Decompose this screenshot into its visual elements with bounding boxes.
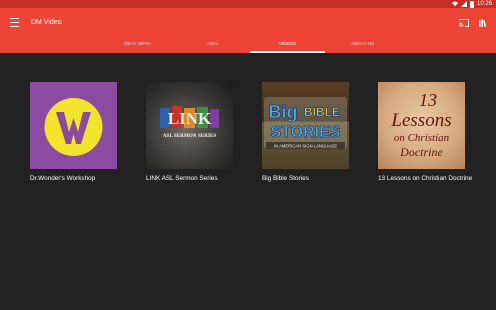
bible-logo-text: BIBLE bbox=[304, 105, 340, 119]
link-logo-subtext: ASL SERMON SERIES bbox=[163, 133, 217, 139]
video-thumbnail[interactable]: W bbox=[30, 82, 117, 169]
video-card-link-asl-sermon-series[interactable]: LINK ASL SERMON SERIES LINK ASL Sermon S… bbox=[146, 82, 233, 183]
video-title[interactable]: Big Bible Stories bbox=[262, 174, 362, 183]
stories-logo-text: STORIES bbox=[271, 124, 341, 141]
big-logo-text: Big bbox=[269, 102, 298, 122]
doctrine-logo-text: Doctrine bbox=[399, 145, 443, 159]
link-logo-icon: LINK ASL SERMON SERIES bbox=[160, 106, 219, 139]
status-bar: 10:26 bbox=[0, 0, 496, 8]
lessons-logo-text: Lessons bbox=[390, 110, 451, 131]
tab-bar: DEAF DEVO ASLV VIDEOS ABOUT US bbox=[100, 36, 400, 53]
video-thumbnail[interactable]: Big BIBLE STORIES IN AMERICAN SIGN LANGU… bbox=[262, 82, 349, 169]
tab-aslv[interactable]: ASLV bbox=[175, 36, 250, 53]
tab-videos[interactable]: VIDEOS bbox=[250, 36, 325, 53]
menu-icon[interactable] bbox=[10, 18, 19, 27]
video-title[interactable]: LINK ASL Sermon Series bbox=[146, 174, 246, 183]
dr-wonder-logo-text: W bbox=[73, 129, 74, 131]
big-bible-stories-subtext: IN AMERICAN SIGN LANGUAGE bbox=[274, 144, 337, 149]
app-bar: DM Video DEAF DEVO ASLV VIDEOS ABOUT US bbox=[0, 8, 496, 53]
battery-icon bbox=[469, 0, 474, 8]
status-time: 10:26 bbox=[476, 1, 492, 7]
wifi-icon bbox=[451, 1, 458, 7]
dr-wonder-logo-icon: W bbox=[44, 98, 103, 156]
status-icons: 10:26 bbox=[451, 0, 492, 8]
app-title: DM Video bbox=[31, 19, 62, 26]
video-card-13-lessons[interactable]: 13 Lessons on Christian Doctrine 13 Less… bbox=[378, 82, 472, 183]
video-card-dr-wonders-workshop[interactable]: W Dr.Wonder's Workshop bbox=[30, 82, 117, 183]
signal-icon bbox=[460, 1, 467, 7]
video-thumbnail[interactable]: 13 Lessons on Christian Doctrine bbox=[378, 82, 465, 169]
link-logo-text: LINK bbox=[168, 109, 212, 128]
video-card-big-bible-stories[interactable]: Big BIBLE STORIES IN AMERICAN SIGN LANGU… bbox=[262, 82, 349, 183]
13-logo-text: 13 bbox=[419, 90, 437, 110]
big-bible-stories-logo-icon: Big BIBLE STORIES IN AMERICAN SIGN LANGU… bbox=[264, 97, 347, 149]
on-christian-logo-text: on Christian bbox=[394, 132, 450, 144]
cast-icon[interactable] bbox=[459, 19, 469, 27]
video-thumbnail[interactable]: LINK ASL SERMON SERIES bbox=[146, 82, 233, 169]
tab-about-us[interactable]: ABOUT US bbox=[325, 36, 400, 53]
video-title[interactable]: Dr.Wonder's Workshop bbox=[30, 174, 130, 183]
library-icon[interactable] bbox=[478, 19, 488, 27]
video-title[interactable]: 13 Lessons on Christian Doctrine bbox=[378, 174, 478, 183]
13-lessons-logo-icon: 13 Lessons on Christian Doctrine bbox=[390, 90, 451, 159]
tab-deaf-devo[interactable]: DEAF DEVO bbox=[100, 36, 175, 53]
